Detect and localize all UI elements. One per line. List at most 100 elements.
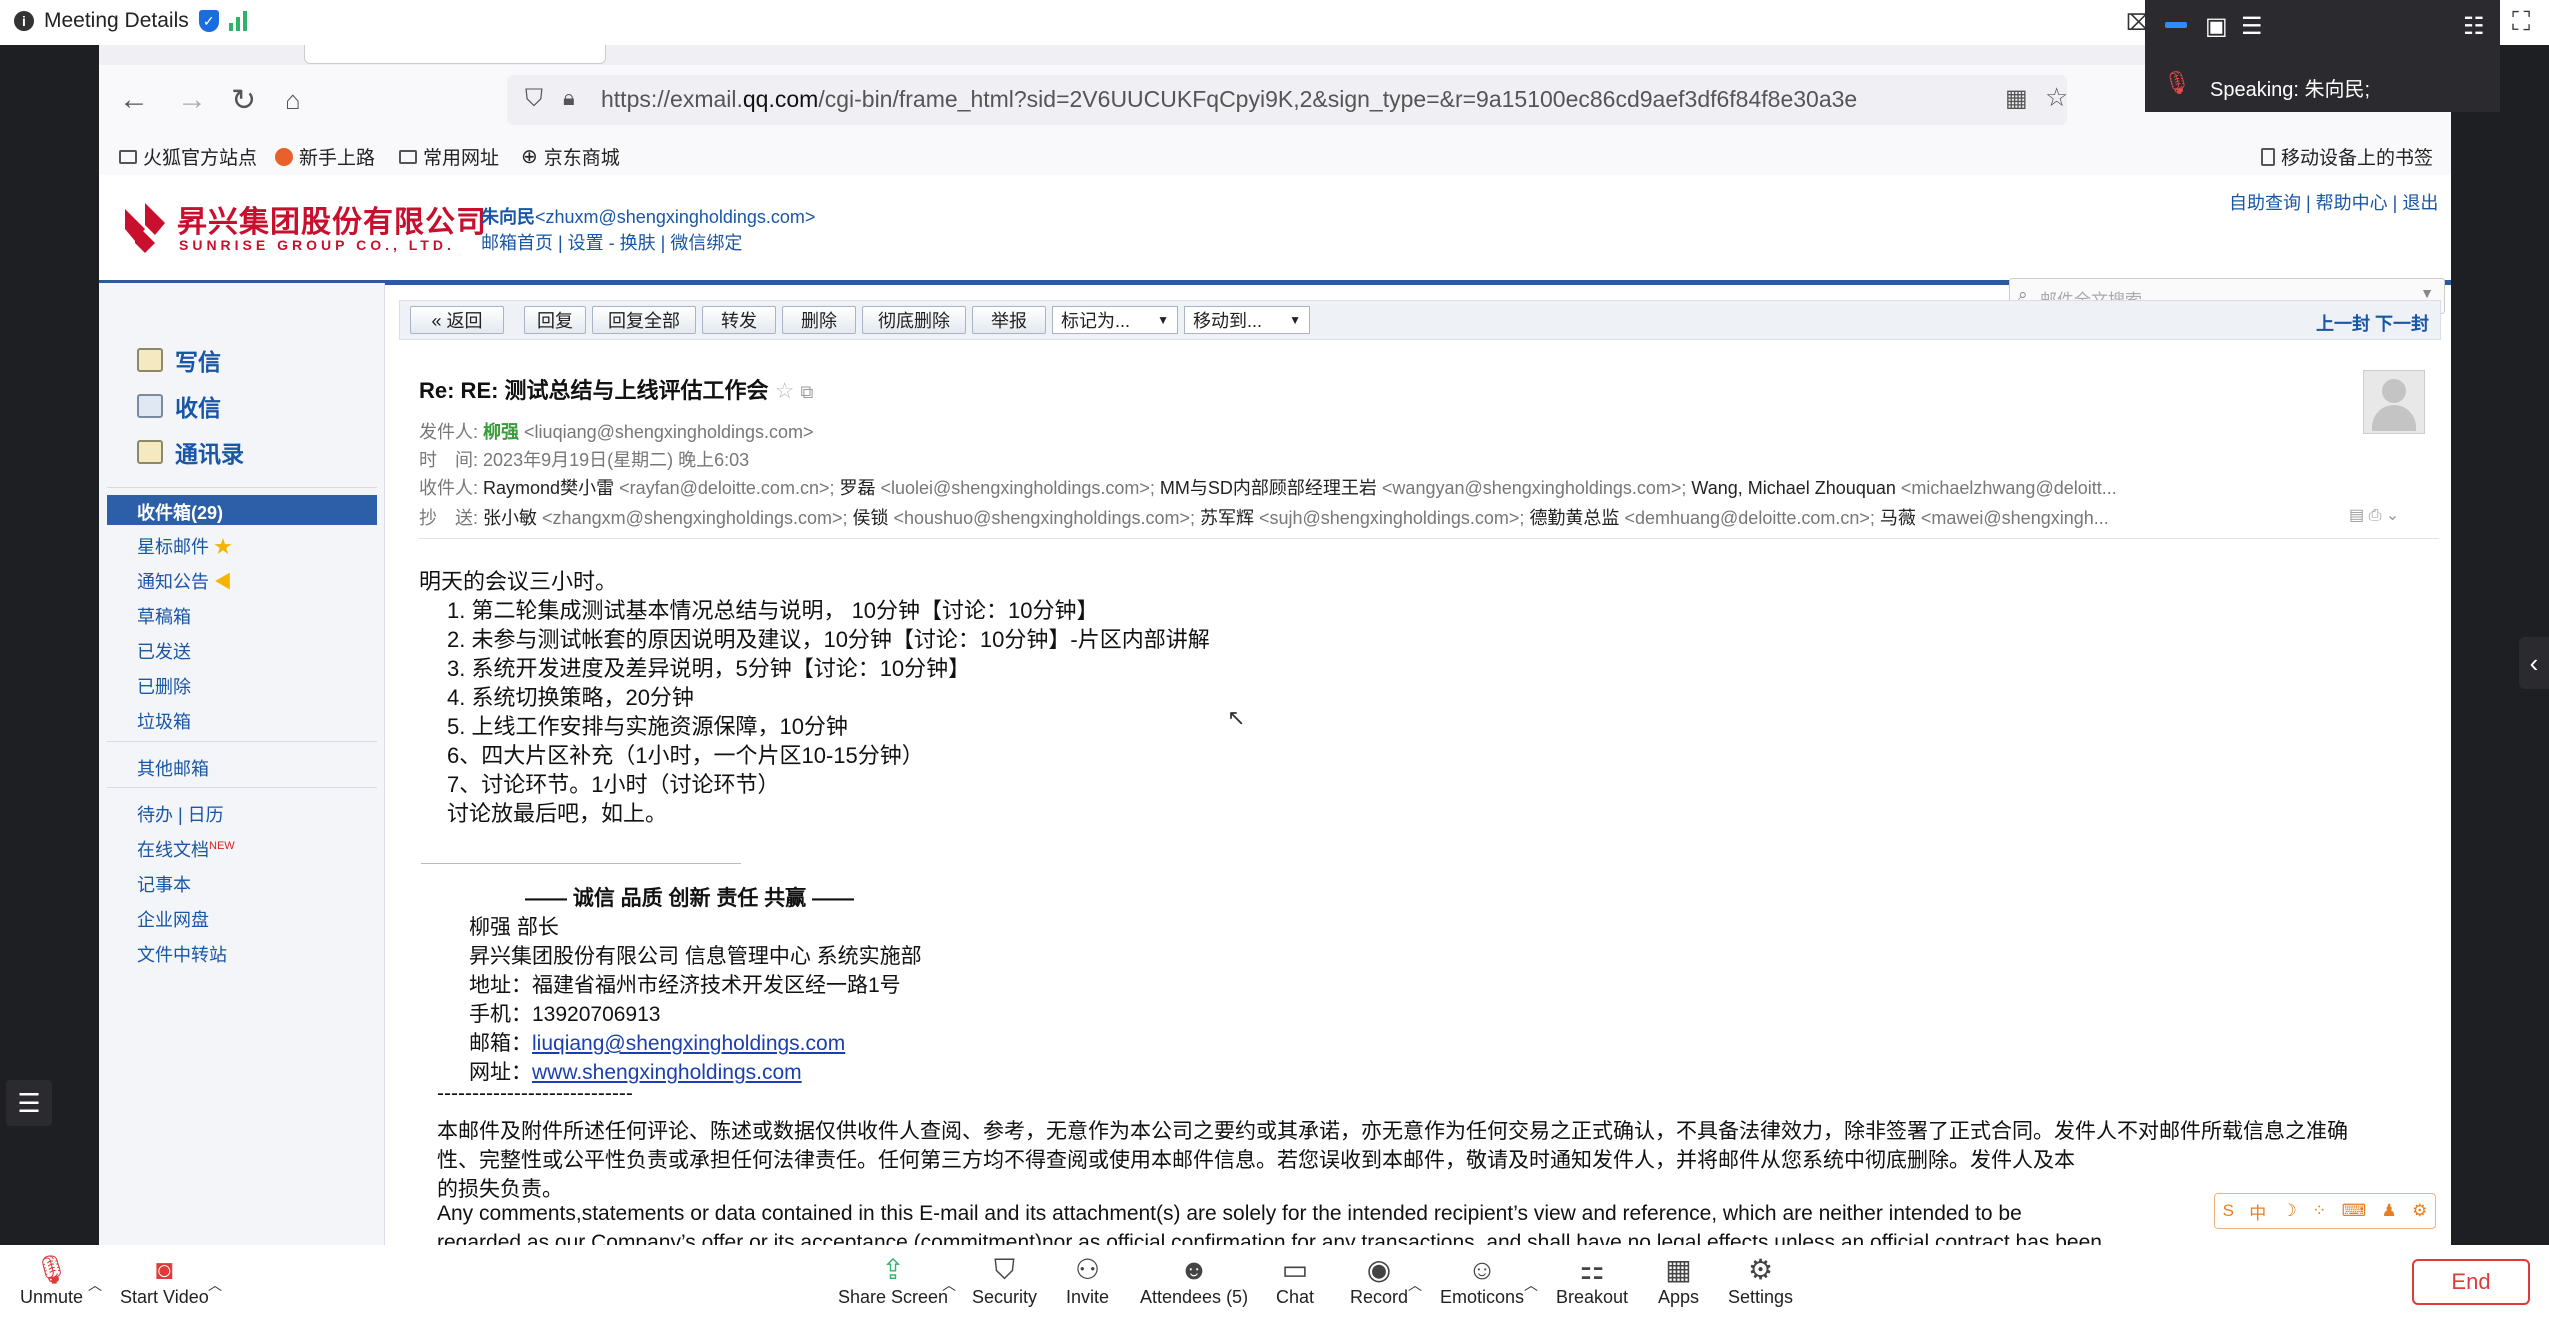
signature-web-link[interactable]: www.shengxingholdings.com [532, 1061, 802, 1084]
chevron-up-icon[interactable]: ︿ [942, 1275, 956, 1295]
sidebar-item-disk[interactable]: 企业网盘 [137, 906, 209, 932]
cc-name[interactable]: 德勤黄总监 [1529, 508, 1619, 528]
signature-email-link[interactable]: liuqiang@shengxingholdings.com [532, 1032, 845, 1055]
keyboard-icon[interactable]: ⌨ [2342, 1201, 2367, 1221]
dots-icon[interactable]: ⁘ [2312, 1201, 2326, 1221]
bookmark-item[interactable]: 常用网址 [399, 143, 499, 170]
contacts-link[interactable]: 通讯录 [137, 435, 244, 469]
star-bookmark-icon[interactable]: ☆ [2045, 82, 2068, 113]
prev-next-links[interactable]: 上一封 下一封 [2316, 310, 2429, 336]
attendees-button[interactable]: ☻ Attendees (5) [1140, 1253, 1248, 1308]
chat-button[interactable]: ▭ Chat [1276, 1253, 1314, 1308]
sidebar-item-drafts[interactable]: 草稿箱 [137, 603, 191, 629]
menu-icon[interactable]: ☰ [2241, 12, 2263, 41]
collapse-icon[interactable]: ☷ [2463, 12, 2485, 41]
bookmark-item[interactable]: ⊕ 京东商城 [521, 143, 620, 170]
sidebar-item-inbox[interactable]: 收件箱(29) [107, 495, 377, 525]
moon-icon[interactable]: ☽ [2282, 1201, 2297, 1221]
sidebar-item-sent[interactable]: 已发送 [137, 638, 191, 664]
window-icon[interactable]: ▣ [2205, 12, 2228, 41]
recipient-name[interactable]: 罗磊 [839, 478, 875, 498]
cc-name[interactable]: 苏军辉 [1200, 508, 1254, 528]
cc-name[interactable]: 侯锁 [853, 508, 889, 528]
reload-icon[interactable]: ↻ [231, 83, 256, 118]
person-icon[interactable]: ♟ [2382, 1201, 2397, 1221]
sidebar-item-todo-calendar[interactable]: 待办 | 日历 [137, 801, 224, 827]
signal-bars-icon[interactable] [228, 11, 247, 31]
info-icon[interactable]: i [14, 11, 34, 31]
unmute-button[interactable]: 🎙︎ Unmute [20, 1253, 83, 1308]
start-video-button[interactable]: ◙ Start Video [120, 1253, 209, 1308]
end-meeting-button[interactable]: End [2412, 1259, 2530, 1305]
forward-button[interactable]: 转发 [702, 306, 776, 334]
reply-all-button[interactable]: 回复全部 [592, 306, 696, 334]
sidebar-item-spam[interactable]: 垃圾箱 [137, 708, 191, 734]
mark-as-select[interactable]: 标记为... ▼ [1052, 306, 1178, 334]
sidebar-item-online-docs[interactable]: 在线文档NEW [137, 836, 235, 862]
back-arrow-icon[interactable]: ← [119, 83, 149, 117]
user-links[interactable]: 邮箱首页 | 设置 - 换肤 | 微信绑定 [481, 229, 742, 255]
minimize-icon[interactable] [2165, 22, 2187, 28]
url-bar[interactable]: ⛉ 🔒︎ https://exmail.qq.com/cgi-bin/frame… [507, 75, 2068, 125]
browser-tab[interactable] [304, 45, 606, 64]
recipient-name[interactable]: Wang, Michael Zhouquan [1691, 478, 1895, 498]
from-name[interactable]: 柳强 [483, 422, 519, 442]
top-links[interactable]: 自助查询 | 帮助中心 | 退出 [2229, 189, 2438, 215]
chevron-up-icon[interactable]: ︿ [208, 1275, 222, 1295]
ime-toolbar[interactable]: S 中 ☽ ⁘ ⌨ ♟ ⚙ [2214, 1193, 2436, 1229]
report-button[interactable]: 举报 [972, 306, 1046, 334]
cc-name[interactable]: 马薇 [1880, 508, 1916, 528]
chevron-up-icon[interactable]: ︿ [88, 1275, 102, 1295]
share-screen-button[interactable]: ⇪ Share Screen [838, 1253, 948, 1308]
sidebar-item-starred[interactable]: 星标邮件 ★ [137, 533, 232, 559]
recipient-name[interactable]: MM与SD内部顾部经理王岩 [1160, 478, 1377, 498]
forward-arrow-icon[interactable]: → [177, 83, 207, 117]
sidebar-item-other[interactable]: 其他邮箱 [137, 755, 209, 781]
home-icon[interactable]: ⌂ [285, 85, 301, 116]
meeting-details[interactable]: i Meeting Details ✓ [14, 9, 247, 33]
mobile-bookmarks[interactable]: 移动设备上的书签 [2261, 143, 2433, 170]
ime-lang[interactable]: 中 [2249, 1199, 2266, 1224]
apps-button[interactable]: ▦ Apps [1658, 1253, 1699, 1308]
fullscreen-icon[interactable]: ⛶ [2512, 6, 2530, 38]
url-text[interactable]: https://exmail.qq.com/cgi-bin/frame_html… [601, 86, 1857, 113]
chevron-up-icon[interactable]: ︿ [1408, 1275, 1422, 1295]
delete-button[interactable]: 删除 [782, 306, 856, 334]
bookmark-item[interactable]: 火狐官方站点 [119, 143, 257, 170]
print-icon[interactable]: ⎙ [2369, 507, 2382, 524]
compose-link[interactable]: 写信 [137, 343, 221, 377]
sidebar-item-deleted[interactable]: 已删除 [137, 673, 191, 699]
note-icon[interactable]: ▤ [2349, 507, 2364, 524]
qr-code-icon[interactable]: ▦ [2005, 84, 2028, 113]
shield-icon[interactable]: ✓ [198, 10, 219, 32]
record-button[interactable]: ◉ Record [1350, 1253, 1408, 1308]
chevron-down-icon[interactable]: ⌄ [2386, 507, 2399, 524]
emoticons-button[interactable]: ☺ Emoticons [1440, 1253, 1524, 1308]
bookmark-item[interactable]: 新手上路 [275, 143, 375, 170]
sidebar-item-notes[interactable]: 记事本 [137, 871, 191, 897]
receive-link[interactable]: 收信 [137, 389, 221, 423]
breakout-button[interactable]: ⚏ Breakout [1556, 1253, 1628, 1308]
star-outline-icon[interactable]: ☆ [775, 378, 795, 403]
inbox-icon [137, 394, 163, 418]
speaking-label: Speaking: 朱向民; [2210, 73, 2370, 102]
lock-icon[interactable]: 🔒︎ [563, 85, 575, 111]
invite-button[interactable]: ⚇ Invite [1066, 1253, 1109, 1308]
tracking-shield-icon[interactable]: ⛉ [525, 85, 543, 113]
list-icon[interactable]: ☰ [6, 1080, 52, 1126]
sidebar-item-transfer[interactable]: 文件中转站 [137, 941, 227, 967]
sidebar-item-notices[interactable]: 通知公告 ◀ [137, 568, 232, 594]
gear-icon[interactable]: ⚙ [2412, 1201, 2427, 1221]
chevron-down-icon[interactable]: ▼ [2420, 285, 2434, 301]
delete-permanently-button[interactable]: 彻底删除 [862, 306, 966, 334]
recipient-name[interactable]: Raymond樊小雷 [483, 478, 614, 498]
back-button[interactable]: « 返回 [410, 306, 504, 334]
popout-icon[interactable]: ⧉ [801, 382, 814, 402]
settings-button[interactable]: ⚙ Settings [1728, 1253, 1793, 1308]
chevron-up-icon[interactable]: ︿ [1524, 1275, 1538, 1295]
security-button[interactable]: ⛉ Security [972, 1253, 1037, 1308]
chevron-left-icon[interactable]: ‹ [2519, 637, 2549, 689]
reply-button[interactable]: 回复 [524, 306, 586, 334]
move-to-select[interactable]: 移动到... ▼ [1184, 306, 1310, 334]
cc-name[interactable]: 张小敏 [483, 508, 537, 528]
